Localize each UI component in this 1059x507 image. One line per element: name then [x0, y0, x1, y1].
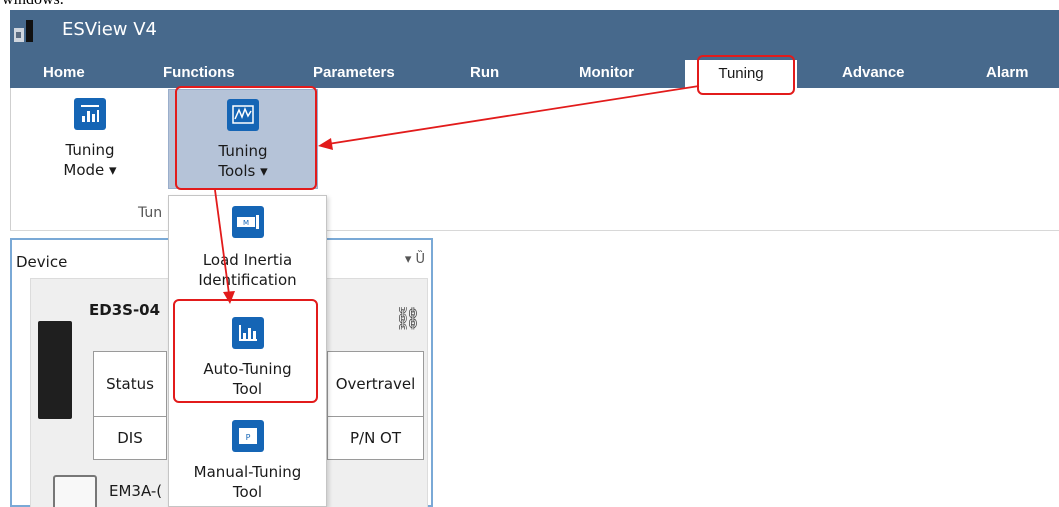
- annotation-box-tuning-tools: [175, 86, 317, 190]
- annotation-box-auto-tuning: [173, 299, 318, 403]
- tab-monitor[interactable]: Monitor: [579, 64, 634, 81]
- tab-parameters[interactable]: Parameters: [313, 64, 395, 81]
- overtravel-label-cell: Overtravel: [327, 351, 424, 417]
- app-logo-icon: [14, 20, 33, 42]
- tab-functions[interactable]: Functions: [163, 64, 235, 81]
- ribbon-group-label: Tun: [138, 205, 163, 221]
- tab-home[interactable]: Home: [43, 64, 85, 81]
- menu-item-manual-tuning[interactable]: P Manual-Tuning Tool: [169, 420, 326, 502]
- drive-model-label: ED3S-04: [89, 301, 161, 319]
- overtravel-value-cell: P/N OT: [327, 416, 424, 460]
- app-title: ESView V4: [62, 19, 158, 40]
- servo-motor-image: [53, 475, 97, 507]
- tuning-mode-label-2: Mode ▾: [63, 161, 117, 179]
- load-inertia-label-1: Load Inertia: [202, 251, 293, 269]
- panel-title: Device: [16, 253, 68, 271]
- tuning-mode-button[interactable]: Tuning Mode ▾: [54, 98, 126, 180]
- svg-text:P: P: [245, 433, 250, 442]
- ribbon-left-border: [10, 88, 11, 230]
- status-value-cell: DIS: [93, 416, 167, 460]
- svg-text:M: M: [242, 219, 248, 227]
- load-inertia-label-2: Identification: [198, 271, 297, 289]
- menu-item-load-inertia[interactable]: M Load Inertia Identification: [169, 206, 326, 290]
- tab-run[interactable]: Run: [470, 64, 499, 81]
- disconnect-link-icon[interactable]: ⛓: [394, 307, 422, 332]
- menu-bar: Home Functions Parameters Run Monitor Tu…: [10, 60, 1059, 92]
- p-box-icon: P: [231, 420, 264, 452]
- manual-tuning-label-2: Tool: [232, 483, 263, 501]
- annotation-box-tuning-tab: [697, 55, 795, 95]
- tab-alarm[interactable]: Alarm: [986, 64, 1029, 81]
- title-bar: ESView V4: [10, 10, 1059, 60]
- motor-box-icon: M: [231, 206, 264, 238]
- motor-model-label: EM3A-(: [109, 482, 163, 500]
- manual-tuning-label-1: Manual-Tuning: [193, 463, 302, 481]
- tuning-mode-label-1: Tuning: [65, 141, 115, 159]
- panel-pin-icon[interactable]: ▾ Ȕ: [405, 252, 425, 267]
- status-label-cell: Status: [93, 351, 167, 417]
- overflow-text: windows.: [2, 0, 64, 9]
- tab-advance[interactable]: Advance: [842, 64, 905, 81]
- bar-chart-icon: [74, 98, 106, 130]
- servo-drive-image: [38, 321, 72, 419]
